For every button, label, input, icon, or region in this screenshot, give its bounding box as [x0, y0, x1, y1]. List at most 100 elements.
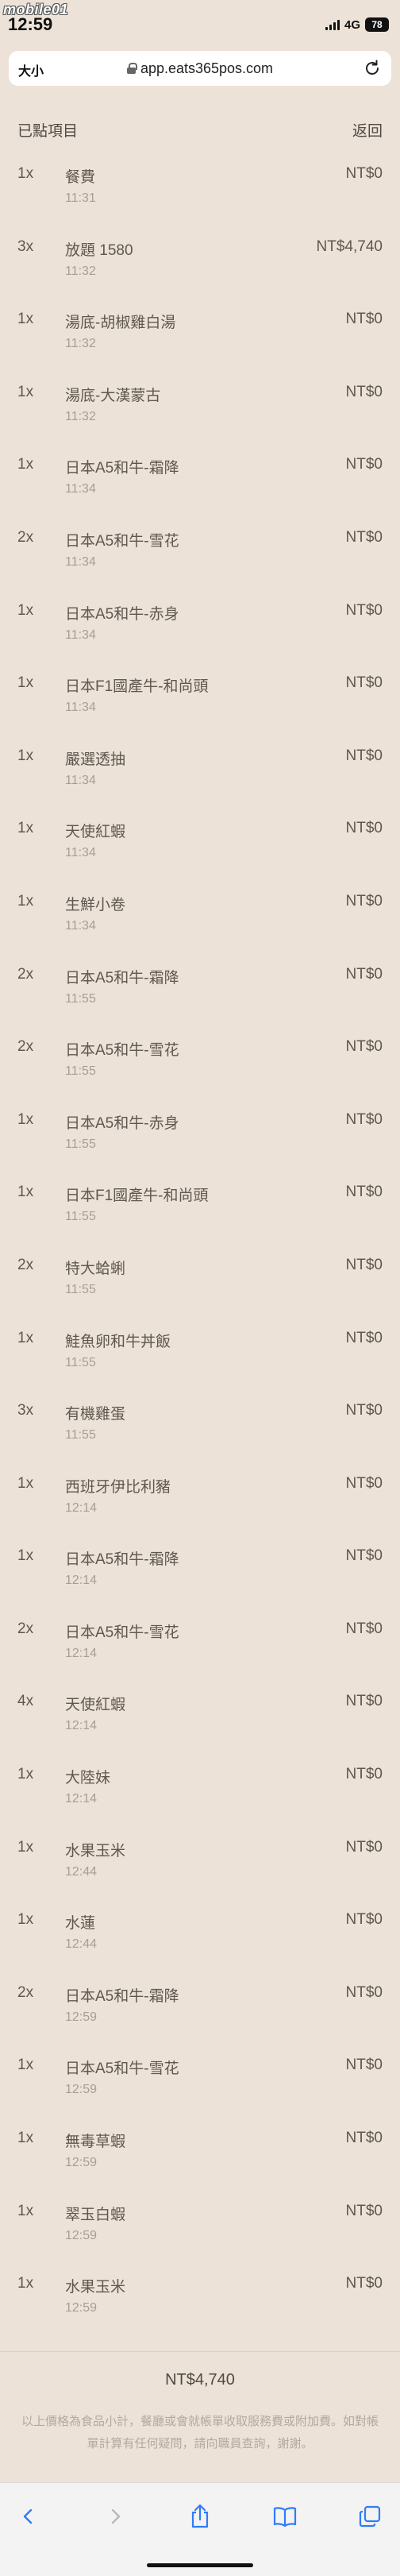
item-time: 11:34 — [65, 554, 96, 569]
order-row: 1x 日本A5和牛-霜降 12:14 NT$0 — [0, 1533, 400, 1606]
item-time: 11:34 — [65, 701, 96, 715]
item-quantity: 2x — [17, 1983, 34, 2001]
order-row: 1x 餐費 11:31 NT$0 — [0, 151, 400, 224]
item-quantity: 1x — [17, 2057, 34, 2074]
item-price: NT$0 — [345, 2275, 383, 2292]
item-price: NT$0 — [345, 747, 383, 764]
item-quantity: 1x — [17, 820, 34, 837]
item-name: 日本A5和牛-雪花 — [65, 1624, 179, 1641]
back-link[interactable]: 返回 — [352, 119, 383, 141]
item-quantity: 1x — [17, 892, 34, 910]
back-button[interactable] — [13, 2501, 44, 2532]
item-time: 12:44 — [65, 1864, 98, 1879]
item-quantity: 3x — [17, 1402, 34, 1419]
item-time: 12:59 — [65, 2301, 98, 2315]
address-field[interactable]: app.eats365pos.com — [9, 51, 391, 86]
item-quantity: 2x — [17, 1038, 34, 1056]
order-row: 1x 湯底-胡椒雞白湯 11:32 NT$0 — [0, 296, 400, 369]
item-price: NT$0 — [345, 528, 383, 546]
item-time: 11:34 — [65, 846, 96, 860]
order-row: 1x 生鮮小卷 11:34 NT$0 — [0, 879, 400, 952]
item-price: NT$0 — [345, 1693, 383, 1710]
bookmarks-button[interactable] — [269, 2501, 301, 2532]
item-quantity: 1x — [17, 1474, 34, 1492]
item-time: 11:55 — [65, 1428, 96, 1442]
url-bar[interactable]: 大小 app.eats365pos.com — [9, 51, 391, 86]
item-price: NT$0 — [345, 1838, 383, 1856]
item-time: 12:59 — [65, 2156, 98, 2170]
item-price: NT$0 — [345, 601, 383, 619]
share-icon — [191, 2504, 209, 2528]
item-price: NT$0 — [345, 1329, 383, 1346]
item-time: 11:55 — [65, 1064, 96, 1079]
item-quantity: 1x — [17, 1547, 34, 1565]
item-quantity: 1x — [17, 165, 34, 182]
forward-button[interactable] — [99, 2501, 131, 2532]
item-time: 12:44 — [65, 1937, 98, 1952]
item-quantity: 1x — [17, 747, 34, 764]
item-name: 湯底-胡椒雞白湯 — [65, 315, 176, 332]
order-row: 1x 日本A5和牛-雪花 12:59 NT$0 — [0, 2042, 400, 2115]
item-name: 特大蛤蜊 — [65, 1260, 126, 1277]
item-quantity: 2x — [17, 965, 34, 983]
reload-icon[interactable] — [363, 59, 382, 78]
browser-toolbar — [0, 2482, 400, 2576]
order-row: 1x 水果玉米 12:44 NT$0 — [0, 1825, 400, 1898]
order-row: 1x 水果玉米 12:59 NT$0 — [0, 2261, 400, 2334]
item-time: 11:34 — [65, 628, 96, 642]
order-row: 1x 無毒草蝦 12:59 NT$0 — [0, 2115, 400, 2188]
item-price: NT$0 — [345, 674, 383, 692]
item-name: 生鮮小卷 — [65, 896, 126, 913]
item-time: 12:14 — [65, 1500, 98, 1515]
item-name: 日本A5和牛-雪花 — [65, 532, 179, 550]
divider — [0, 2351, 400, 2352]
item-price: NT$0 — [345, 1474, 383, 1492]
item-quantity: 2x — [17, 528, 34, 546]
item-name: 日本A5和牛-赤身 — [65, 1114, 179, 1132]
item-price: NT$0 — [345, 1983, 383, 2001]
order-row: 1x 大陸妹 12:14 NT$0 — [0, 1751, 400, 1825]
item-quantity: 1x — [17, 601, 34, 619]
item-time: 11:55 — [65, 991, 96, 1006]
item-name: 放題 1580 — [65, 241, 133, 259]
item-time: 12:59 — [65, 2228, 98, 2242]
order-row: 2x 日本A5和牛-雪花 11:55 NT$0 — [0, 1024, 400, 1097]
status-indicators: 4G 78 — [325, 17, 389, 32]
item-price: NT$0 — [345, 1620, 383, 1637]
item-name: 日本F1國產牛-和尚頭 — [65, 678, 209, 696]
item-price: NT$0 — [345, 456, 383, 473]
order-row: 3x 有機雞蛋 11:55 NT$0 — [0, 1388, 400, 1461]
item-name: 有機雞蛋 — [65, 1406, 126, 1423]
order-list: 1x 餐費 11:31 NT$0 3x 放題 1580 11:32 NT$4,7… — [0, 151, 400, 2334]
bookmarks-icon — [273, 2507, 297, 2528]
item-name: 翠玉白蝦 — [65, 2206, 126, 2223]
back-icon — [23, 2508, 33, 2524]
item-name: 日本A5和牛-赤身 — [65, 605, 179, 623]
home-indicator — [147, 2563, 253, 2567]
item-time: 11:31 — [65, 191, 96, 205]
status-time: 12:59 — [8, 14, 53, 34]
tabs-button[interactable] — [354, 2501, 386, 2532]
url-text: app.eats365pos.com — [140, 60, 274, 76]
tabs-icon — [359, 2505, 381, 2528]
item-quantity: 1x — [17, 1766, 34, 1783]
item-time: 11:34 — [65, 482, 96, 496]
item-name: 日本A5和牛-霜降 — [65, 969, 179, 987]
lock-icon — [126, 63, 137, 74]
item-price: NT$0 — [345, 2130, 383, 2147]
item-price: NT$0 — [345, 1184, 383, 1201]
item-time: 11:55 — [65, 1137, 96, 1151]
item-name: 水果玉米 — [65, 1842, 126, 1860]
item-price: NT$0 — [345, 1911, 383, 1929]
order-row: 4x 天使紅蝦 12:14 NT$0 — [0, 1678, 400, 1751]
item-price: NT$0 — [345, 820, 383, 837]
item-price: NT$0 — [345, 1256, 383, 1273]
item-price: NT$0 — [345, 892, 383, 910]
order-row: 3x 放題 1580 11:32 NT$4,740 — [0, 224, 400, 297]
item-name: 日本A5和牛-雪花 — [65, 2060, 179, 2078]
share-button[interactable] — [184, 2501, 216, 2532]
item-name: 天使紅蝦 — [65, 824, 126, 841]
item-time: 12:14 — [65, 1719, 98, 1733]
item-price: NT$0 — [345, 1402, 383, 1419]
signal-icon — [325, 19, 340, 30]
